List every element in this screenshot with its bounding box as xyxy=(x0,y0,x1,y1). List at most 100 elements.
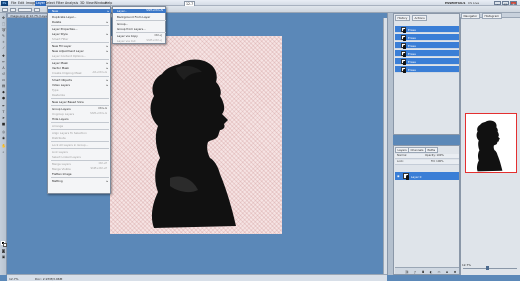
tab-actions[interactable]: Actions xyxy=(412,15,428,21)
menu-help[interactable]: Help xyxy=(105,1,112,5)
history-brush-tool-icon[interactable]: ↺ xyxy=(2,72,6,76)
3d-orbit-tool-icon[interactable]: ◉ xyxy=(2,136,6,140)
close-button[interactable]: × xyxy=(510,0,517,5)
dodge-tool-icon[interactable]: ● xyxy=(2,96,6,100)
move-tool-icon[interactable]: ✥ xyxy=(2,16,6,20)
new-group-icon[interactable]: ▭ xyxy=(437,270,441,274)
menu-item-matting[interactable]: Matting xyxy=(52,179,63,183)
fill-field[interactable]: Fill: 100% xyxy=(431,160,444,165)
submenu-item-layer-via-cut[interactable]: Layer via Cut xyxy=(117,39,136,43)
opacity-field[interactable]: Opacity: 100% xyxy=(425,154,444,159)
menu-item-smart-objects[interactable]: Smart Objects xyxy=(52,78,72,82)
navigator-zoom-slider[interactable] xyxy=(463,268,517,269)
transform-controls-checkbox[interactable] xyxy=(34,7,40,12)
tab-histogram[interactable]: Histogram xyxy=(482,13,502,19)
menu-item-layer-mask[interactable]: Layer Mask xyxy=(52,61,68,65)
brush-tool-icon[interactable]: ✏ xyxy=(2,60,6,64)
menu-item-new-layer-based-slice[interactable]: New Layer Based Slice xyxy=(52,100,84,104)
adjustment-layer-icon[interactable]: ◐ xyxy=(429,270,433,274)
history-state[interactable]: Erase xyxy=(395,58,459,65)
tab-navigator[interactable]: Navigator xyxy=(461,13,480,19)
eyedropper-tool-icon[interactable]: ⁄ xyxy=(2,46,6,50)
trash-icon[interactable]: ✖ xyxy=(453,270,457,274)
blur-tool-icon[interactable]: ◆ xyxy=(2,90,6,94)
auto-select-dropdown[interactable] xyxy=(18,7,32,12)
menu-item-layer-content-options[interactable]: Layer Content Options... xyxy=(52,54,86,58)
type-tool-icon[interactable]: T xyxy=(2,110,6,114)
zoom-tool-icon[interactable]: ⌕ xyxy=(2,150,6,154)
blend-mode-select[interactable]: Normal xyxy=(397,154,406,157)
marquee-tool-icon[interactable]: ⬚ xyxy=(2,22,6,26)
visibility-eye-icon[interactable]: ◉ xyxy=(397,174,400,178)
quick-select-tool-icon[interactable]: ✎ xyxy=(2,34,6,38)
shape-tool-icon[interactable]: ■ xyxy=(2,122,6,126)
history-state[interactable]: Erase xyxy=(395,50,459,57)
menu-item-lock-all-layers[interactable]: Lock All Layers in Group... xyxy=(52,143,88,147)
history-state[interactable]: Erase xyxy=(395,34,459,41)
menu-item-group-layers[interactable]: Group Layers xyxy=(52,107,71,111)
menu-item-vector-mask[interactable]: Vector Mask xyxy=(52,66,69,70)
healing-brush-tool-icon[interactable]: ✚ xyxy=(2,54,6,58)
auto-select-checkbox[interactable] xyxy=(10,7,16,12)
new-layer-icon[interactable]: ⊞ xyxy=(445,270,449,274)
menu-item-distribute[interactable]: Distribute xyxy=(52,136,66,140)
minimize-button[interactable]: – xyxy=(494,0,501,5)
navigator-zoom-value[interactable]: 12.7% xyxy=(462,263,471,267)
fx-icon[interactable]: ƒ xyxy=(413,270,417,274)
menu-item-smart-filter[interactable]: Smart Filter xyxy=(52,37,68,41)
eraser-tool-icon[interactable]: ▭ xyxy=(2,78,6,82)
menu-item-new[interactable]: New ▸ xyxy=(48,9,111,13)
menu-item-new-adjustment-layer[interactable]: New Adjustment Layer xyxy=(52,49,84,53)
crop-tool-icon[interactable]: ⌗ xyxy=(2,40,6,44)
cs-live-button[interactable]: CS Live xyxy=(468,1,479,5)
clone-stamp-tool-icon[interactable]: ♙ xyxy=(2,66,6,70)
menu-3d[interactable]: 3D xyxy=(80,1,84,5)
menu-item-rasterize[interactable]: Rasterize xyxy=(52,93,65,97)
lasso-tool-icon[interactable]: ➰ xyxy=(2,28,6,32)
menu-filter[interactable]: Filter xyxy=(56,1,64,5)
menu-item-duplicate-layer[interactable]: Duplicate Layer... xyxy=(52,15,76,19)
gradient-tool-icon[interactable]: ▤ xyxy=(2,84,6,88)
menu-item-flatten-image[interactable]: Flatten Image xyxy=(52,172,71,176)
menu-item-create-clipping-mask[interactable]: Create Clipping Mask xyxy=(52,71,82,75)
add-mask-icon[interactable]: ◘ xyxy=(421,270,425,274)
menu-select[interactable]: Select xyxy=(45,1,55,5)
menu-item-video-layers[interactable]: Video Layers xyxy=(52,83,70,87)
path-select-tool-icon[interactable]: ➤ xyxy=(2,116,6,120)
submenu-item-background-from-layer[interactable]: Background From Layer xyxy=(117,15,150,19)
menu-analysis[interactable]: Analysis xyxy=(65,1,78,5)
tab-history[interactable]: History xyxy=(395,15,410,21)
menu-item-delete[interactable]: Delete xyxy=(52,20,61,24)
pen-tool-icon[interactable]: ✒ xyxy=(2,104,6,108)
submenu-item-layer[interactable]: Layer... Shift+Ctrl+N xyxy=(113,9,166,13)
tool-preset-picker[interactable] xyxy=(2,7,8,12)
hand-tool-icon[interactable]: ✋ xyxy=(2,144,6,148)
menu-item-align-layers[interactable]: Align Layers To Selection xyxy=(52,131,87,135)
layer-row[interactable]: ◉ Layer 0 xyxy=(395,172,459,180)
link-layers-icon[interactable]: ⛓ xyxy=(405,270,409,274)
tab-paths[interactable]: Paths xyxy=(425,147,438,153)
menu-edit[interactable]: Edit xyxy=(18,1,24,5)
menu-item-layer-properties[interactable]: Layer Properties... xyxy=(52,27,78,31)
3d-rotate-tool-icon[interactable]: ◎ xyxy=(2,130,6,134)
history-state[interactable]: Erase xyxy=(395,42,459,49)
screen-mode-icon[interactable]: ▣ xyxy=(2,255,6,259)
menu-item-type[interactable]: Type xyxy=(52,88,58,92)
history-state[interactable]: Erase xyxy=(395,26,459,33)
workspace-switcher[interactable]: ESSENTIALS xyxy=(445,1,465,5)
menu-view[interactable]: View xyxy=(86,1,94,5)
menu-item-new-fill-layer[interactable]: New Fill Layer xyxy=(52,44,71,48)
menu-file[interactable]: File xyxy=(11,1,16,5)
menu-item-layer-style[interactable]: Layer Style xyxy=(52,32,68,36)
quick-mask-icon[interactable]: ◙ xyxy=(2,249,6,253)
menu-item-merge-visible[interactable]: Merge Visible xyxy=(52,167,71,171)
history-state[interactable]: Erase xyxy=(395,66,459,73)
background-color-swatch[interactable] xyxy=(3,243,7,247)
menu-item-arrange[interactable]: Arrange xyxy=(52,124,63,128)
menu-item-hide-layers[interactable]: Hide Layers xyxy=(52,117,69,121)
menu-item-ungroup-layers[interactable]: Ungroup Layers xyxy=(52,112,74,116)
status-zoom[interactable]: 12.7% xyxy=(9,277,19,281)
tab-channels[interactable]: Channels xyxy=(408,147,426,153)
navigator-zoom-knob[interactable] xyxy=(486,266,489,270)
menu-item-select-linked-layers[interactable]: Select Linked Layers xyxy=(52,155,81,159)
